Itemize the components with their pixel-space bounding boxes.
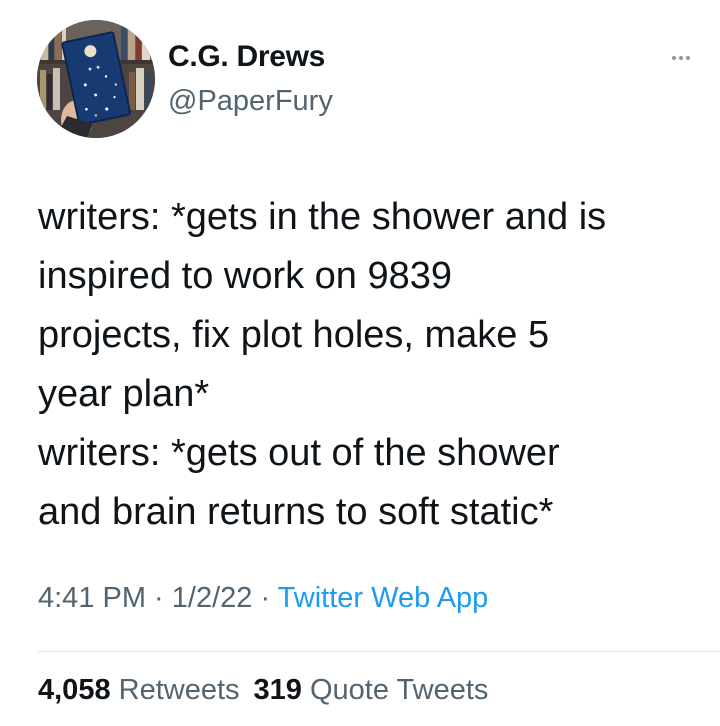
quote-tweets-stat[interactable]: 319 Quote Tweets — [254, 674, 489, 706]
quote-tweets-count: 319 — [253, 674, 302, 706]
meta-separator: · — [252, 582, 278, 614]
divider — [38, 651, 720, 652]
tweet-date[interactable]: 1/2/22 — [172, 582, 253, 614]
author-handle[interactable]: @PaperFury — [168, 85, 333, 118]
retweets-stat[interactable]: 4,058 Retweets — [38, 674, 240, 706]
tweet-text-line: writers: *gets out of the shower — [38, 432, 560, 474]
quote-tweets-label: Quote Tweets — [309, 674, 489, 706]
author-name[interactable]: C.G. Drews — [168, 40, 325, 74]
more-dot — [672, 56, 676, 60]
tweet-text-line: and brain returns to soft static* — [38, 491, 554, 533]
more-options-button[interactable] — [664, 48, 698, 68]
tweet-card: ✦ ✦ C.G. Drews @PaperFury writers: *gets… — [0, 0, 720, 726]
more-dot — [686, 56, 690, 60]
tweet-source-link[interactable]: Twitter Web App — [278, 582, 489, 614]
tweet-text-line: projects, fix plot holes, make 5 — [38, 314, 550, 356]
more-dot — [679, 56, 683, 60]
avatar[interactable]: ✦ ✦ — [37, 20, 155, 138]
retweets-count: 4,058 — [38, 674, 111, 706]
retweets-label: Retweets — [118, 674, 240, 706]
meta-separator: · — [146, 582, 172, 614]
tweet-text-line: year plan* — [38, 373, 210, 415]
tweet-text-line: inspired to work on 9839 — [38, 255, 453, 297]
tweet-meta: 4:41 PM · 1/2/22 · Twitter Web App — [38, 582, 488, 615]
profile-photo-icon: ✦ ✦ — [37, 20, 155, 138]
tweet-text-line: writers: *gets in the shower and is — [38, 196, 607, 238]
tweet-text: writers: *gets in the shower and is insp… — [38, 188, 708, 542]
tweet-stats: 4,058 Retweets 319 Quote Tweets — [38, 674, 488, 707]
tweet-time[interactable]: 4:41 PM — [38, 582, 146, 614]
